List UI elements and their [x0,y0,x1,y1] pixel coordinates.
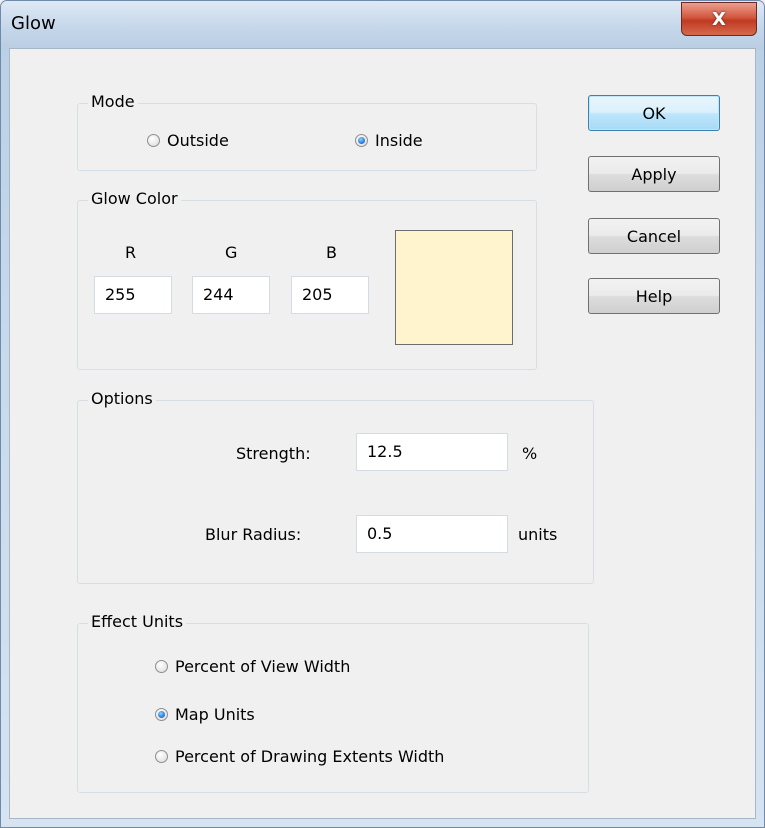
red-input[interactable]: 255 [94,276,172,314]
percent-of-view-width-label: Percent of View Width [175,656,351,676]
radio-checked-icon [155,707,168,721]
mode-legend: Mode [88,92,138,112]
blur-radius-unit: units [518,525,558,544]
effect-units-legend: Effect Units [88,612,187,632]
strength-unit: % [522,444,538,463]
mode-group: Mode [77,92,537,171]
map-units-radio[interactable]: Map Units [155,703,255,725]
percent-of-drawing-extents-width-label: Percent of Drawing Extents Width [175,746,445,766]
radio-icon [155,749,168,763]
strength-input[interactable]: 12.5 [356,433,508,471]
mode-outside-label: Outside [167,130,229,150]
options-legend: Options [88,389,156,409]
b-label: B [326,243,337,262]
options-group: Options [77,389,594,584]
blur-radius-input[interactable]: 0.5 [356,515,508,553]
help-button[interactable]: Help [588,278,720,314]
blue-input[interactable]: 205 [291,276,369,314]
ok-button[interactable]: OK [588,95,720,131]
mode-outside-radio[interactable]: Outside [147,129,229,151]
radio-icon [147,133,160,147]
effect-units-group: Effect Units [77,612,589,793]
g-label: G [225,243,238,262]
percent-of-drawing-extents-width-radio[interactable]: Percent of Drawing Extents Width [155,745,444,767]
percent-of-view-width-radio[interactable]: Percent of View Width [155,655,350,677]
color-swatch[interactable] [395,230,513,345]
dialog-title: Glow [11,13,56,34]
apply-button[interactable]: Apply [588,156,720,192]
mode-inside-label: Inside [375,130,423,150]
strength-label: Strength: [236,444,311,463]
radio-checked-icon [355,133,368,147]
blur-radius-label: Blur Radius: [205,525,302,544]
close-button[interactable]: X [681,2,757,36]
mode-inside-radio[interactable]: Inside [355,129,423,151]
close-icon: X [712,8,726,30]
green-input[interactable]: 244 [192,276,270,314]
map-units-label: Map Units [175,704,255,724]
radio-icon [155,659,168,673]
r-label: R [125,243,137,262]
title-bar[interactable]: Glow X [1,1,764,49]
cancel-button[interactable]: Cancel [588,218,720,254]
glow-color-legend: Glow Color [88,189,181,209]
